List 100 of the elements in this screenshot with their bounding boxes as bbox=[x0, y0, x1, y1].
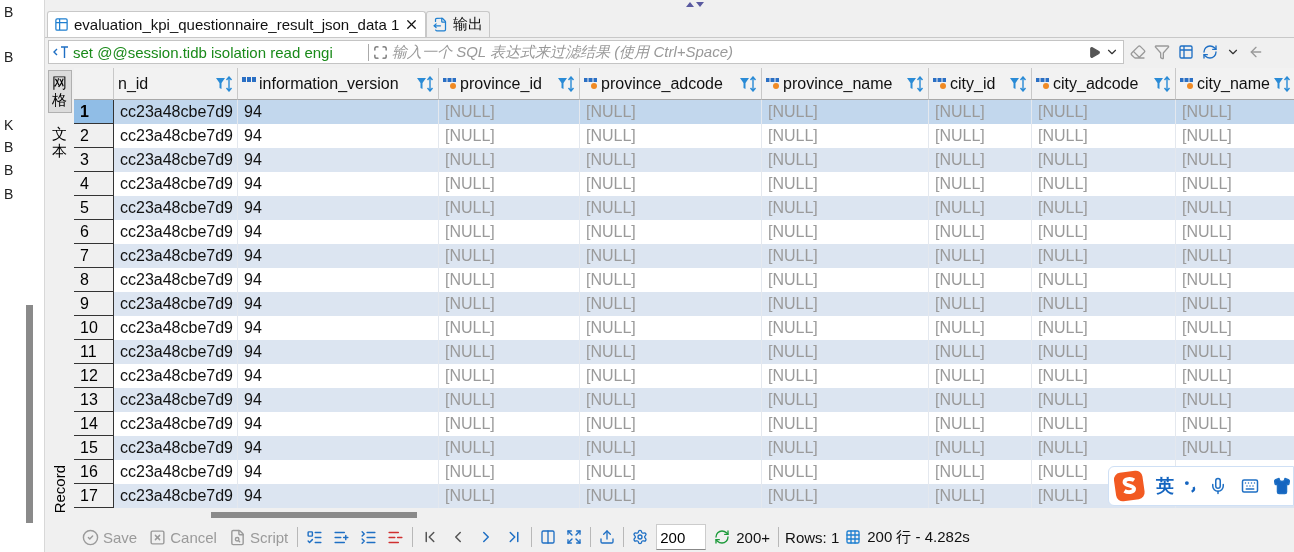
table-cell: [NULL] bbox=[439, 148, 580, 172]
table-cell: [NULL] bbox=[762, 364, 929, 388]
table-cell: [NULL] bbox=[580, 436, 762, 460]
row-number[interactable]: 9 bbox=[74, 292, 114, 316]
table-cell: [NULL] bbox=[929, 484, 1032, 508]
column-header[interactable]: province_id bbox=[439, 68, 580, 100]
table-cell: 94 bbox=[238, 412, 439, 436]
side-tab[interactable]: 网格 bbox=[47, 70, 72, 113]
row-number[interactable]: 10 bbox=[74, 316, 114, 340]
column-header[interactable]: city_id bbox=[929, 68, 1032, 100]
size-text: B bbox=[4, 48, 14, 66]
table-cell: [NULL] bbox=[1176, 340, 1294, 364]
table-cell: [NULL] bbox=[1032, 292, 1176, 316]
size-text: K bbox=[4, 116, 14, 134]
table-cell: [NULL] bbox=[1176, 412, 1294, 436]
table-cell: [NULL] bbox=[1032, 172, 1176, 196]
table-cell: [NULL] bbox=[762, 148, 929, 172]
table-cell: [NULL] bbox=[1176, 172, 1294, 196]
row-number[interactable]: 14 bbox=[74, 412, 114, 436]
size-text: B bbox=[4, 3, 14, 21]
table-cell: cc23a48cbe7d9 bbox=[114, 268, 238, 292]
table-cell: [NULL] bbox=[762, 484, 929, 508]
row-number[interactable]: 13 bbox=[74, 388, 114, 412]
side-tab[interactable]: 文本 bbox=[47, 121, 72, 164]
table-cell: [NULL] bbox=[762, 316, 929, 340]
row-number[interactable]: 12 bbox=[74, 364, 114, 388]
table-cell: cc23a48cbe7d9 bbox=[114, 100, 238, 124]
fetch-more-button[interactable]: 200+ bbox=[712, 528, 773, 546]
table-cell: [NULL] bbox=[929, 268, 1032, 292]
column-header[interactable]: province_name bbox=[762, 68, 929, 100]
table-cell: [NULL] bbox=[580, 340, 762, 364]
table-cell: [NULL] bbox=[580, 148, 762, 172]
table-cell: [NULL] bbox=[1176, 244, 1294, 268]
filter-field[interactable]: set @@session.tidb isolation read engi 输入一个 SQL 表达式来过滤结果 (使用 Ctrl+Space) bbox=[48, 40, 1124, 64]
table-cell: [NULL] bbox=[762, 412, 929, 436]
table-cell: [NULL] bbox=[929, 436, 1032, 460]
table-cell: [NULL] bbox=[1032, 340, 1176, 364]
table-cell: [NULL] bbox=[1032, 220, 1176, 244]
side-tab[interactable]: Record bbox=[47, 459, 72, 518]
column-header[interactable]: province_adcode bbox=[580, 68, 762, 100]
table-cell: cc23a48cbe7d9 bbox=[114, 316, 238, 340]
size-text: B bbox=[4, 138, 14, 156]
table-cell: [NULL] bbox=[762, 268, 929, 292]
table-cell: [NULL] bbox=[439, 100, 580, 124]
table-cell: [NULL] bbox=[439, 436, 580, 460]
table-cell: [NULL] bbox=[929, 100, 1032, 124]
table-cell: [NULL] bbox=[1032, 148, 1176, 172]
row-count: Rows: 1 bbox=[785, 528, 840, 546]
table-cell: [NULL] bbox=[580, 268, 762, 292]
column-header[interactable]: information_version bbox=[238, 68, 439, 100]
table-cell: [NULL] bbox=[929, 196, 1032, 220]
table-cell: [NULL] bbox=[929, 316, 1032, 340]
editor-tab[interactable]: 输出 bbox=[426, 11, 491, 37]
table-cell: [NULL] bbox=[1032, 124, 1176, 148]
row-number[interactable]: 4 bbox=[74, 172, 114, 196]
row-number[interactable]: 11 bbox=[74, 340, 114, 364]
table-cell: [NULL] bbox=[580, 412, 762, 436]
row-number[interactable]: 1 bbox=[74, 100, 114, 124]
table-cell: [NULL] bbox=[439, 220, 580, 244]
table-cell: [NULL] bbox=[580, 292, 762, 316]
table-cell: [NULL] bbox=[580, 388, 762, 412]
row-number[interactable]: 5 bbox=[74, 196, 114, 220]
row-number[interactable]: 15 bbox=[74, 436, 114, 460]
table-cell: [NULL] bbox=[580, 100, 762, 124]
table-cell: [NULL] bbox=[929, 220, 1032, 244]
column-header[interactable]: n_id bbox=[114, 68, 238, 100]
table-cell: [NULL] bbox=[929, 460, 1032, 484]
row-number[interactable]: 6 bbox=[74, 220, 114, 244]
table-cell: cc23a48cbe7d9 bbox=[114, 412, 238, 436]
editor-tab[interactable]: evaluation_kpi_questionnaire_result_json_data 1 bbox=[47, 11, 427, 37]
column-header[interactable]: city_adcode bbox=[1032, 68, 1176, 100]
table-cell: 94 bbox=[238, 436, 439, 460]
table-cell: 94 bbox=[238, 220, 439, 244]
table-cell: [NULL] bbox=[1176, 148, 1294, 172]
table-cell: [NULL] bbox=[1032, 244, 1176, 268]
table-cell: [NULL] bbox=[762, 196, 929, 220]
table-cell: [NULL] bbox=[929, 124, 1032, 148]
table-cell: [NULL] bbox=[762, 100, 929, 124]
row-number[interactable]: 16 bbox=[74, 460, 114, 484]
row-number[interactable]: 7 bbox=[74, 244, 114, 268]
table-cell: [NULL] bbox=[1176, 316, 1294, 340]
table-cell: 94 bbox=[238, 244, 439, 268]
table-cell: [NULL] bbox=[1032, 100, 1176, 124]
table-cell: [NULL] bbox=[439, 196, 580, 220]
table-cell: cc23a48cbe7d9 bbox=[114, 124, 238, 148]
table-cell: 94 bbox=[238, 172, 439, 196]
table-cell: cc23a48cbe7d9 bbox=[114, 220, 238, 244]
row-number[interactable]: 2 bbox=[74, 124, 114, 148]
row-number[interactable]: 8 bbox=[74, 268, 114, 292]
table-cell: [NULL] bbox=[929, 412, 1032, 436]
table-cell: 94 bbox=[238, 388, 439, 412]
table-cell: [NULL] bbox=[439, 412, 580, 436]
fetch-size-field[interactable]: 200 bbox=[656, 524, 707, 550]
table-cell: [NULL] bbox=[1176, 364, 1294, 388]
table-cell: cc23a48cbe7d9 bbox=[114, 436, 238, 460]
table-cell: [NULL] bbox=[1032, 436, 1176, 460]
row-number[interactable]: 3 bbox=[74, 148, 114, 172]
row-number[interactable]: 17 bbox=[74, 484, 114, 508]
table-cell: 94 bbox=[238, 340, 439, 364]
table-cell: [NULL] bbox=[439, 172, 580, 196]
